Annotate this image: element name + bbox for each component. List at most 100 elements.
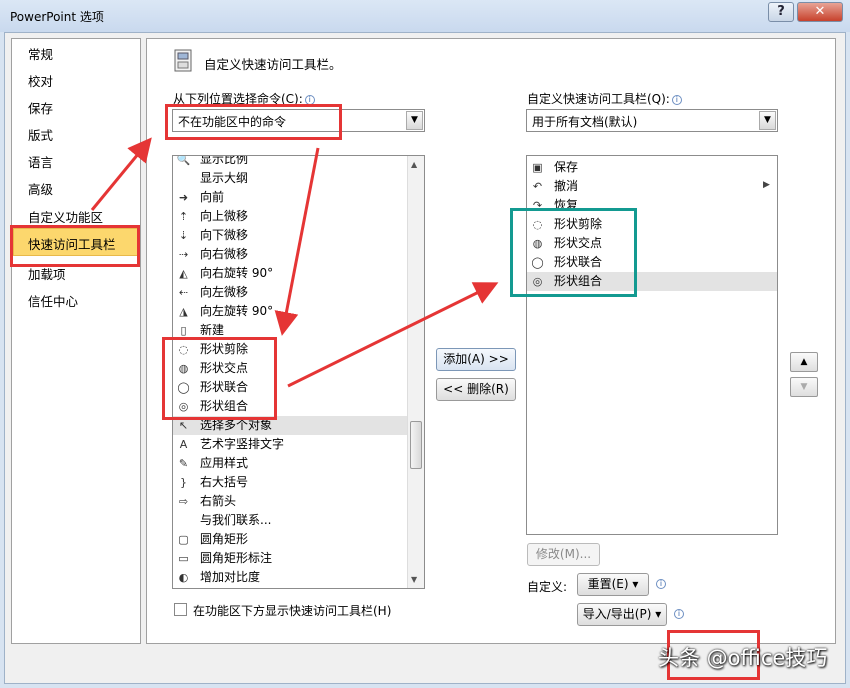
blank-icon xyxy=(176,513,191,528)
list-item[interactable]: ➜ 向前 xyxy=(173,188,424,207)
move-up-button[interactable]: ▲ xyxy=(790,352,818,372)
list-item[interactable]: ⇢ 向右微移 xyxy=(173,245,424,264)
remove-button[interactable]: << 删除(R) xyxy=(436,378,516,401)
annotation-box-source xyxy=(165,104,342,140)
info-icon: i xyxy=(671,95,682,105)
move-down-button[interactable]: ▼ xyxy=(790,377,818,397)
list-item-label: 增加对比度 xyxy=(200,570,261,584)
list-item[interactable]: ▣ 保存 xyxy=(527,158,777,177)
wordart-vertical-icon: A xyxy=(179,438,188,451)
list-item-label: 向右微移 xyxy=(200,247,249,261)
list-item-label: 艺术字竖排文字 xyxy=(200,437,285,451)
list-item[interactable]: 与我们联系... xyxy=(173,511,424,530)
scrollbar[interactable]: ▲ ▼ xyxy=(407,156,424,588)
list-item[interactable]: 🔍 显示比例 xyxy=(173,155,424,169)
list-item-label: 向左微移 xyxy=(200,285,249,299)
watermark: 头条 @office技巧 xyxy=(658,646,828,670)
show-below-ribbon-checkbox[interactable] xyxy=(174,603,187,616)
list-item-label: 应用样式 xyxy=(200,456,249,470)
list-item-label: 右大括号 xyxy=(200,475,249,489)
rounded-rect-icon: ▢ xyxy=(178,533,189,546)
modify-button[interactable]: 修改(M)... xyxy=(527,543,600,566)
rotate-right-icon: ◭ xyxy=(179,267,188,280)
list-item[interactable]: A 艺术字竖排文字 xyxy=(173,435,424,454)
zoom-icon: 🔍 xyxy=(176,155,191,166)
add-button[interactable]: 添加(A) >> xyxy=(436,348,516,371)
apply-style-icon: ✎ xyxy=(178,457,189,470)
expand-arrow-icon[interactable]: ▶ xyxy=(763,180,770,190)
import-export-button[interactable]: 导入/导出(P) ▾ xyxy=(577,603,667,626)
list-item[interactable]: ◭ 向右旋转 90° xyxy=(173,264,424,283)
list-item[interactable]: ↶ 撤消 xyxy=(527,177,777,196)
chevron-down-icon[interactable]: ▼ xyxy=(759,111,776,130)
scroll-down-icon[interactable]: ▼ xyxy=(411,575,417,584)
right-arrow-icon: ⇨ xyxy=(178,495,189,508)
list-item[interactable]: ⇡ 向上微移 xyxy=(173,207,424,226)
nav-item[interactable]: 语言 xyxy=(28,153,53,173)
contrast-icon: ◐ xyxy=(178,571,189,584)
to-dropdown[interactable]: 用于所有文档(默认) ▼ xyxy=(526,109,778,132)
blank-icon xyxy=(176,171,191,186)
scroll-up-icon[interactable]: ▲ xyxy=(411,160,417,169)
scroll-thumb[interactable] xyxy=(410,421,422,469)
list-item-label: 向前 xyxy=(200,190,225,204)
forward-icon: ➜ xyxy=(178,191,189,204)
list-item-label: 右箭头 xyxy=(200,494,237,508)
section-heading: 自定义快速访问工具栏。 xyxy=(204,57,342,72)
rounded-callout-icon: ▭ xyxy=(178,552,189,565)
list-item-label: 显示比例 xyxy=(200,155,249,166)
list-item[interactable]: ▭ 圆角矩形标注 xyxy=(173,549,424,568)
info-icon: i xyxy=(656,579,666,589)
list-item[interactable]: ⇨ 右箭头 xyxy=(173,492,424,511)
list-item[interactable]: ⇠ 向左微移 xyxy=(173,283,424,302)
undo-icon: ↶ xyxy=(532,180,543,193)
list-item-label: 向上微移 xyxy=(200,209,249,223)
list-item-label: 向左旋转 90° xyxy=(200,304,274,318)
to-dropdown-value: 用于所有文档(默认) xyxy=(532,115,638,129)
title-bar: PowerPoint 选项 ? ✕ xyxy=(0,0,850,32)
close-button[interactable]: ✕ xyxy=(797,2,843,22)
list-item-label: 向右旋转 90° xyxy=(200,266,274,280)
help-button[interactable]: ? xyxy=(768,2,794,22)
list-item[interactable]: 显示大纲 xyxy=(173,169,424,188)
checkbox-label: 在功能区下方显示快速访问工具栏(H) xyxy=(193,604,392,618)
right-brace-icon: } xyxy=(180,476,187,489)
nav-item[interactable]: 加载项 xyxy=(28,265,66,285)
nav-item[interactable]: 校对 xyxy=(28,72,53,92)
info-icon: i xyxy=(674,609,684,619)
list-item[interactable]: ⇣ 向下微移 xyxy=(173,226,424,245)
window-title: PowerPoint 选项 xyxy=(10,10,104,24)
nav-item[interactable]: 版式 xyxy=(28,126,53,146)
nav-item[interactable]: 高级 xyxy=(28,180,53,200)
nudge-up-icon: ⇡ xyxy=(178,210,189,223)
save-icon: ▣ xyxy=(532,161,543,174)
annotation-box-shapes xyxy=(162,337,277,420)
list-item[interactable]: } 右大括号 xyxy=(173,473,424,492)
list-item[interactable]: ▢ 圆角矩形 xyxy=(173,530,424,549)
annotation-box-nav xyxy=(10,225,140,267)
list-item[interactable]: ◮ 向左旋转 90° xyxy=(173,302,424,321)
list-item[interactable]: ✎ 应用样式 xyxy=(173,454,424,473)
list-item[interactable]: ◐ 增加对比度 xyxy=(173,568,424,587)
reset-button[interactable]: 重置(E) ▾ xyxy=(577,573,649,596)
qat-customize-icon xyxy=(174,49,192,72)
nudge-right-icon: ⇢ xyxy=(178,248,189,261)
nudge-down-icon: ⇣ xyxy=(178,229,189,242)
annotation-box-added xyxy=(510,208,637,297)
chevron-down-icon[interactable]: ▼ xyxy=(406,111,423,130)
list-item-label: 撤消 xyxy=(554,179,579,193)
list-item-label: 显示大纲 xyxy=(200,171,249,185)
list-item-label: 圆角矩形标注 xyxy=(200,551,273,565)
select-objects-icon: ↖ xyxy=(178,419,189,432)
options-nav: 常规 校对 保存 版式 语言 高级 自定义功能区 快速访问工具栏 加载项 信任中心 xyxy=(11,38,141,644)
nav-item[interactable]: 常规 xyxy=(28,45,53,65)
list-item-label: 圆角矩形 xyxy=(200,532,249,546)
nav-item[interactable]: 保存 xyxy=(28,99,53,119)
to-label: 自定义快速访问工具栏(Q): i xyxy=(527,90,682,107)
list-item-label: 与我们联系... xyxy=(200,513,272,527)
new-icon: ▯ xyxy=(180,324,187,337)
nav-item[interactable]: 信任中心 xyxy=(28,292,78,312)
list-item-label: 保存 xyxy=(554,160,579,174)
customize-label: 自定义: xyxy=(527,580,568,594)
list-item-label: 向下微移 xyxy=(200,228,249,242)
